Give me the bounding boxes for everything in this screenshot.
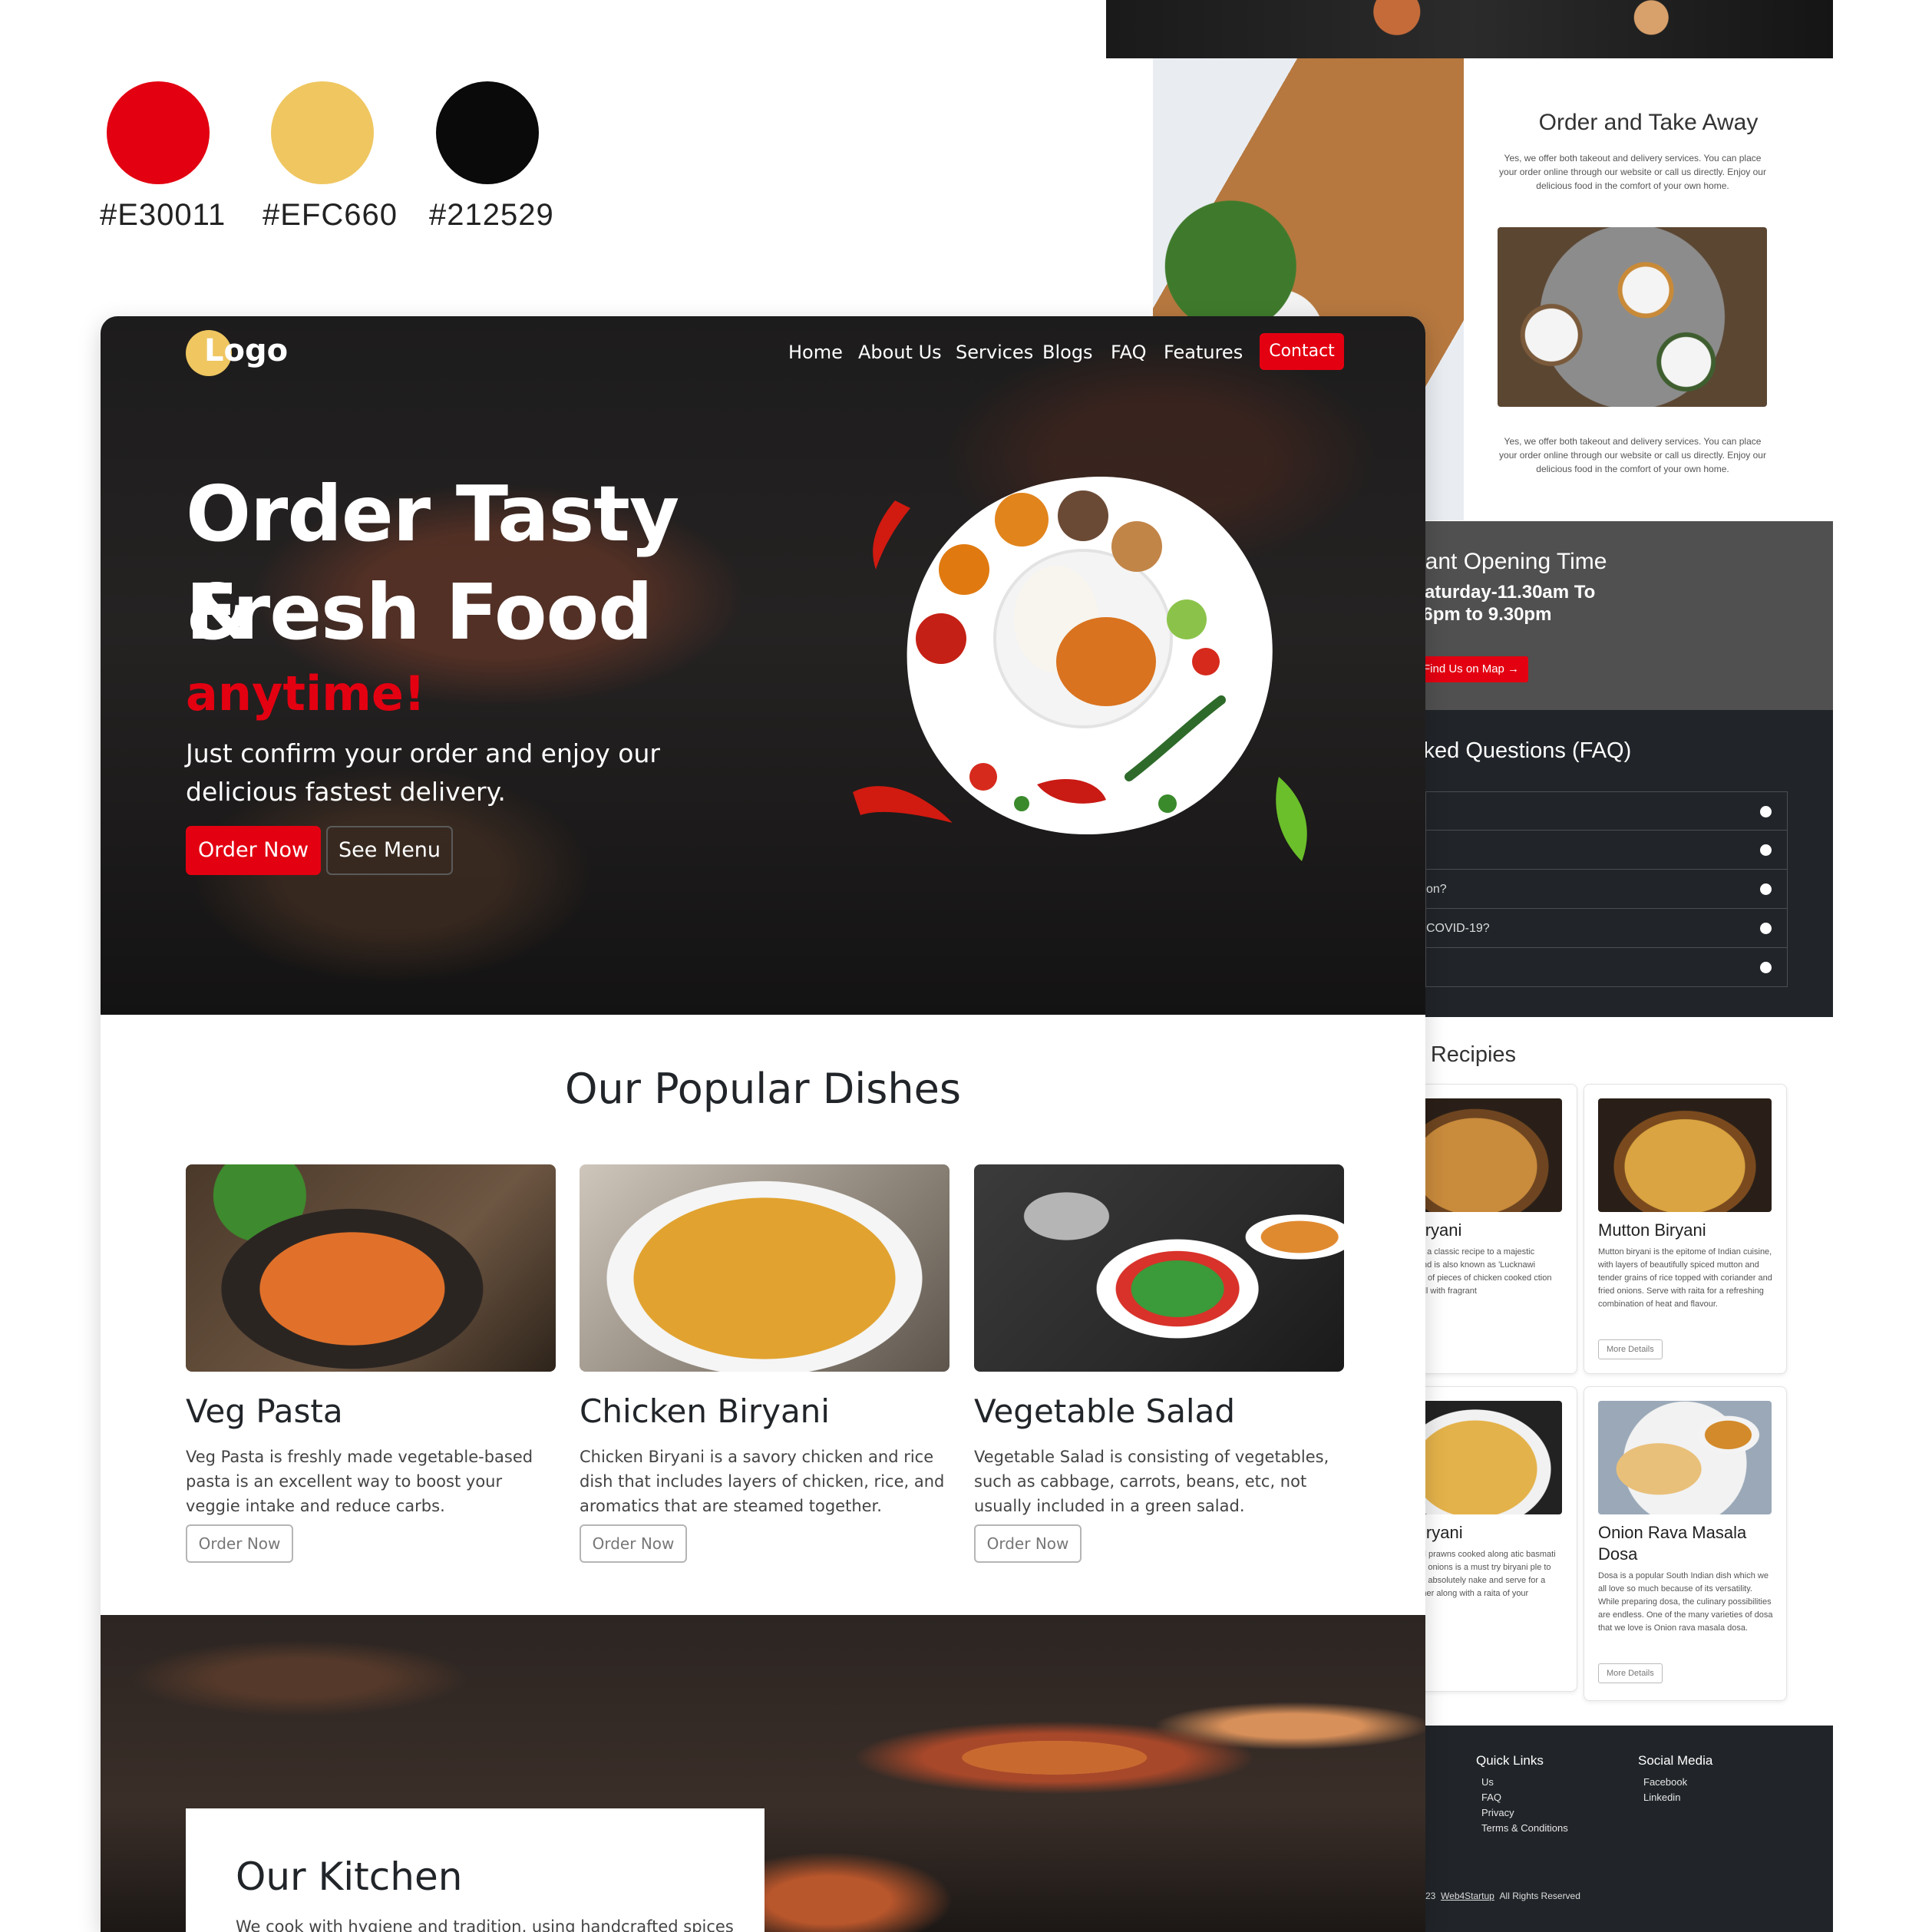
bg-opening-title: urant Opening Time — [1405, 549, 1607, 574]
bg-opening-line-2: | 6pm to 9.30pm — [1412, 604, 1552, 625]
faq-toggle-icon — [1760, 962, 1772, 973]
bg-food-strip-image — [1106, 0, 1833, 58]
dish-image-chicken-biryani — [580, 1164, 949, 1372]
bg-find-on-map-button[interactable]: Find Us on Map → — [1412, 656, 1529, 682]
swatch-red — [107, 81, 210, 184]
hero-subtitle: Just confirm your order and enjoy our de… — [186, 738, 660, 807]
kitchen-title: Our Kitchen — [236, 1854, 463, 1899]
hero-accent-text: anytime! — [186, 665, 426, 722]
bg-faq-item[interactable] — [1425, 948, 1788, 987]
kitchen-card: Our Kitchen We cook with hygiene and tra… — [186, 1808, 765, 1932]
footer-link-linkedin[interactable]: Linkedin — [1643, 1790, 1680, 1805]
nav-faq[interactable]: FAQ — [1111, 342, 1147, 363]
swatch-black-label: #212529 — [429, 198, 554, 232]
bg-dining-table-image — [1498, 227, 1767, 407]
bg-recipe-card: Onion Rava Masala Dosa Dosa is a popular… — [1584, 1386, 1787, 1701]
nav-services[interactable]: Services — [956, 342, 1033, 363]
nav-home[interactable]: Home — [788, 342, 843, 363]
chili-icon — [873, 500, 910, 570]
footer-copyright: 23 Web4Startup All Rights Reserved — [1425, 1891, 1580, 1901]
recipe-details-button[interactable]: More Details — [1598, 1339, 1663, 1359]
footer-link-terms[interactable]: Terms & Conditions — [1481, 1821, 1568, 1836]
faq-toggle-icon — [1760, 923, 1772, 934]
dish-image-veg-pasta — [186, 1164, 556, 1372]
logo[interactable]: Logo — [204, 333, 288, 368]
dish-title: Chicken Biryani — [580, 1392, 830, 1430]
dish-description: Chicken Biryani is a savory chicken and … — [580, 1448, 945, 1515]
bg-recipe-card: Mutton Biryani Mutton biryani is the epi… — [1584, 1084, 1787, 1374]
kitchen-text: We cook with hygiene and tradition, usin… — [236, 1917, 734, 1932]
dish-title: Vegetable Salad — [974, 1392, 1235, 1430]
footer-quick-links-title: Quick Links — [1476, 1753, 1544, 1768]
footer-link-facebook[interactable]: Facebook — [1643, 1775, 1687, 1790]
faq-toggle-icon — [1760, 806, 1772, 817]
hero-plate-image — [853, 477, 1307, 861]
bg-faq-item[interactable] — [1425, 791, 1788, 831]
footer-copyright-link[interactable]: Web4Startup — [1441, 1891, 1494, 1901]
contact-button[interactable]: Contact — [1260, 333, 1344, 370]
chili-icon — [853, 786, 953, 823]
bg-opening-line-1: Saturday-11.30am To — [1412, 582, 1596, 603]
swatch-yellow — [271, 81, 374, 184]
bg-faq-title: sked Questions (FAQ) — [1412, 738, 1632, 763]
popular-dishes-title: Our Popular Dishes — [564, 1065, 962, 1113]
faq-toggle-icon — [1760, 844, 1772, 856]
recipe-title: Onion Rava Masala Dosa — [1598, 1523, 1747, 1564]
dish-description: Veg Pasta is freshly made vegetable-base… — [186, 1448, 533, 1515]
hero-heading-line-2: Fresh Food — [186, 567, 653, 657]
dish-order-now-button[interactable]: Order Now — [974, 1524, 1082, 1563]
recipe-text: Dosa is a popular South Indian dish whic… — [1598, 1571, 1773, 1633]
faq-toggle-icon — [1760, 883, 1772, 895]
recipe-text: Mutton biryani is the epitome of Indian … — [1598, 1247, 1772, 1309]
swatch-black — [436, 81, 539, 184]
recipe-title: Mutton Biryani — [1598, 1220, 1706, 1240]
recipe-image — [1598, 1401, 1772, 1514]
dish-order-now-button[interactable]: Order Now — [186, 1524, 293, 1563]
footer-social-title: Social Media — [1638, 1753, 1713, 1768]
nav-blogs[interactable]: Blogs — [1042, 342, 1093, 363]
bg-faq-item[interactable]: COVID-19? — [1425, 909, 1788, 948]
swatch-yellow-label: #EFC660 — [263, 198, 398, 232]
recipe-details-button[interactable]: More Details — [1598, 1663, 1663, 1683]
leaf-icon — [1276, 777, 1307, 861]
nav-about-us[interactable]: About Us — [858, 342, 942, 363]
bg-faq-item[interactable]: on? — [1425, 870, 1788, 909]
dish-order-now-button[interactable]: Order Now — [580, 1524, 687, 1563]
hero-section: Logo Home About Us Services Blogs FAQ Fe… — [101, 316, 1425, 1015]
hero-see-menu-button[interactable]: See Menu — [326, 826, 453, 875]
main-website-mockup: Logo Home About Us Services Blogs FAQ Fe… — [101, 316, 1425, 1932]
swatch-red-label: #E30011 — [100, 198, 226, 232]
dish-title: Veg Pasta — [186, 1392, 343, 1430]
dish-image-vegetable-salad — [974, 1164, 1344, 1372]
recipe-image — [1598, 1098, 1772, 1212]
nav-features[interactable]: Features — [1164, 342, 1243, 363]
hero-order-now-button[interactable]: Order Now — [186, 826, 321, 875]
footer-link-privacy[interactable]: Privacy — [1481, 1805, 1514, 1821]
bg-faq-item[interactable] — [1425, 831, 1788, 870]
bg-order-takeaway-title: Order and Take Away — [1538, 110, 1759, 135]
bg-order-takeaway-para-2: Yes, we offer both takeout and delivery … — [1499, 436, 1766, 474]
footer-link-faq[interactable]: FAQ — [1481, 1790, 1501, 1805]
footer-link-us[interactable]: Us — [1481, 1775, 1494, 1790]
bg-order-takeaway-para-1: Yes, we offer both takeout and delivery … — [1499, 153, 1766, 191]
dish-description: Vegetable Salad is consisting of vegetab… — [974, 1448, 1329, 1515]
